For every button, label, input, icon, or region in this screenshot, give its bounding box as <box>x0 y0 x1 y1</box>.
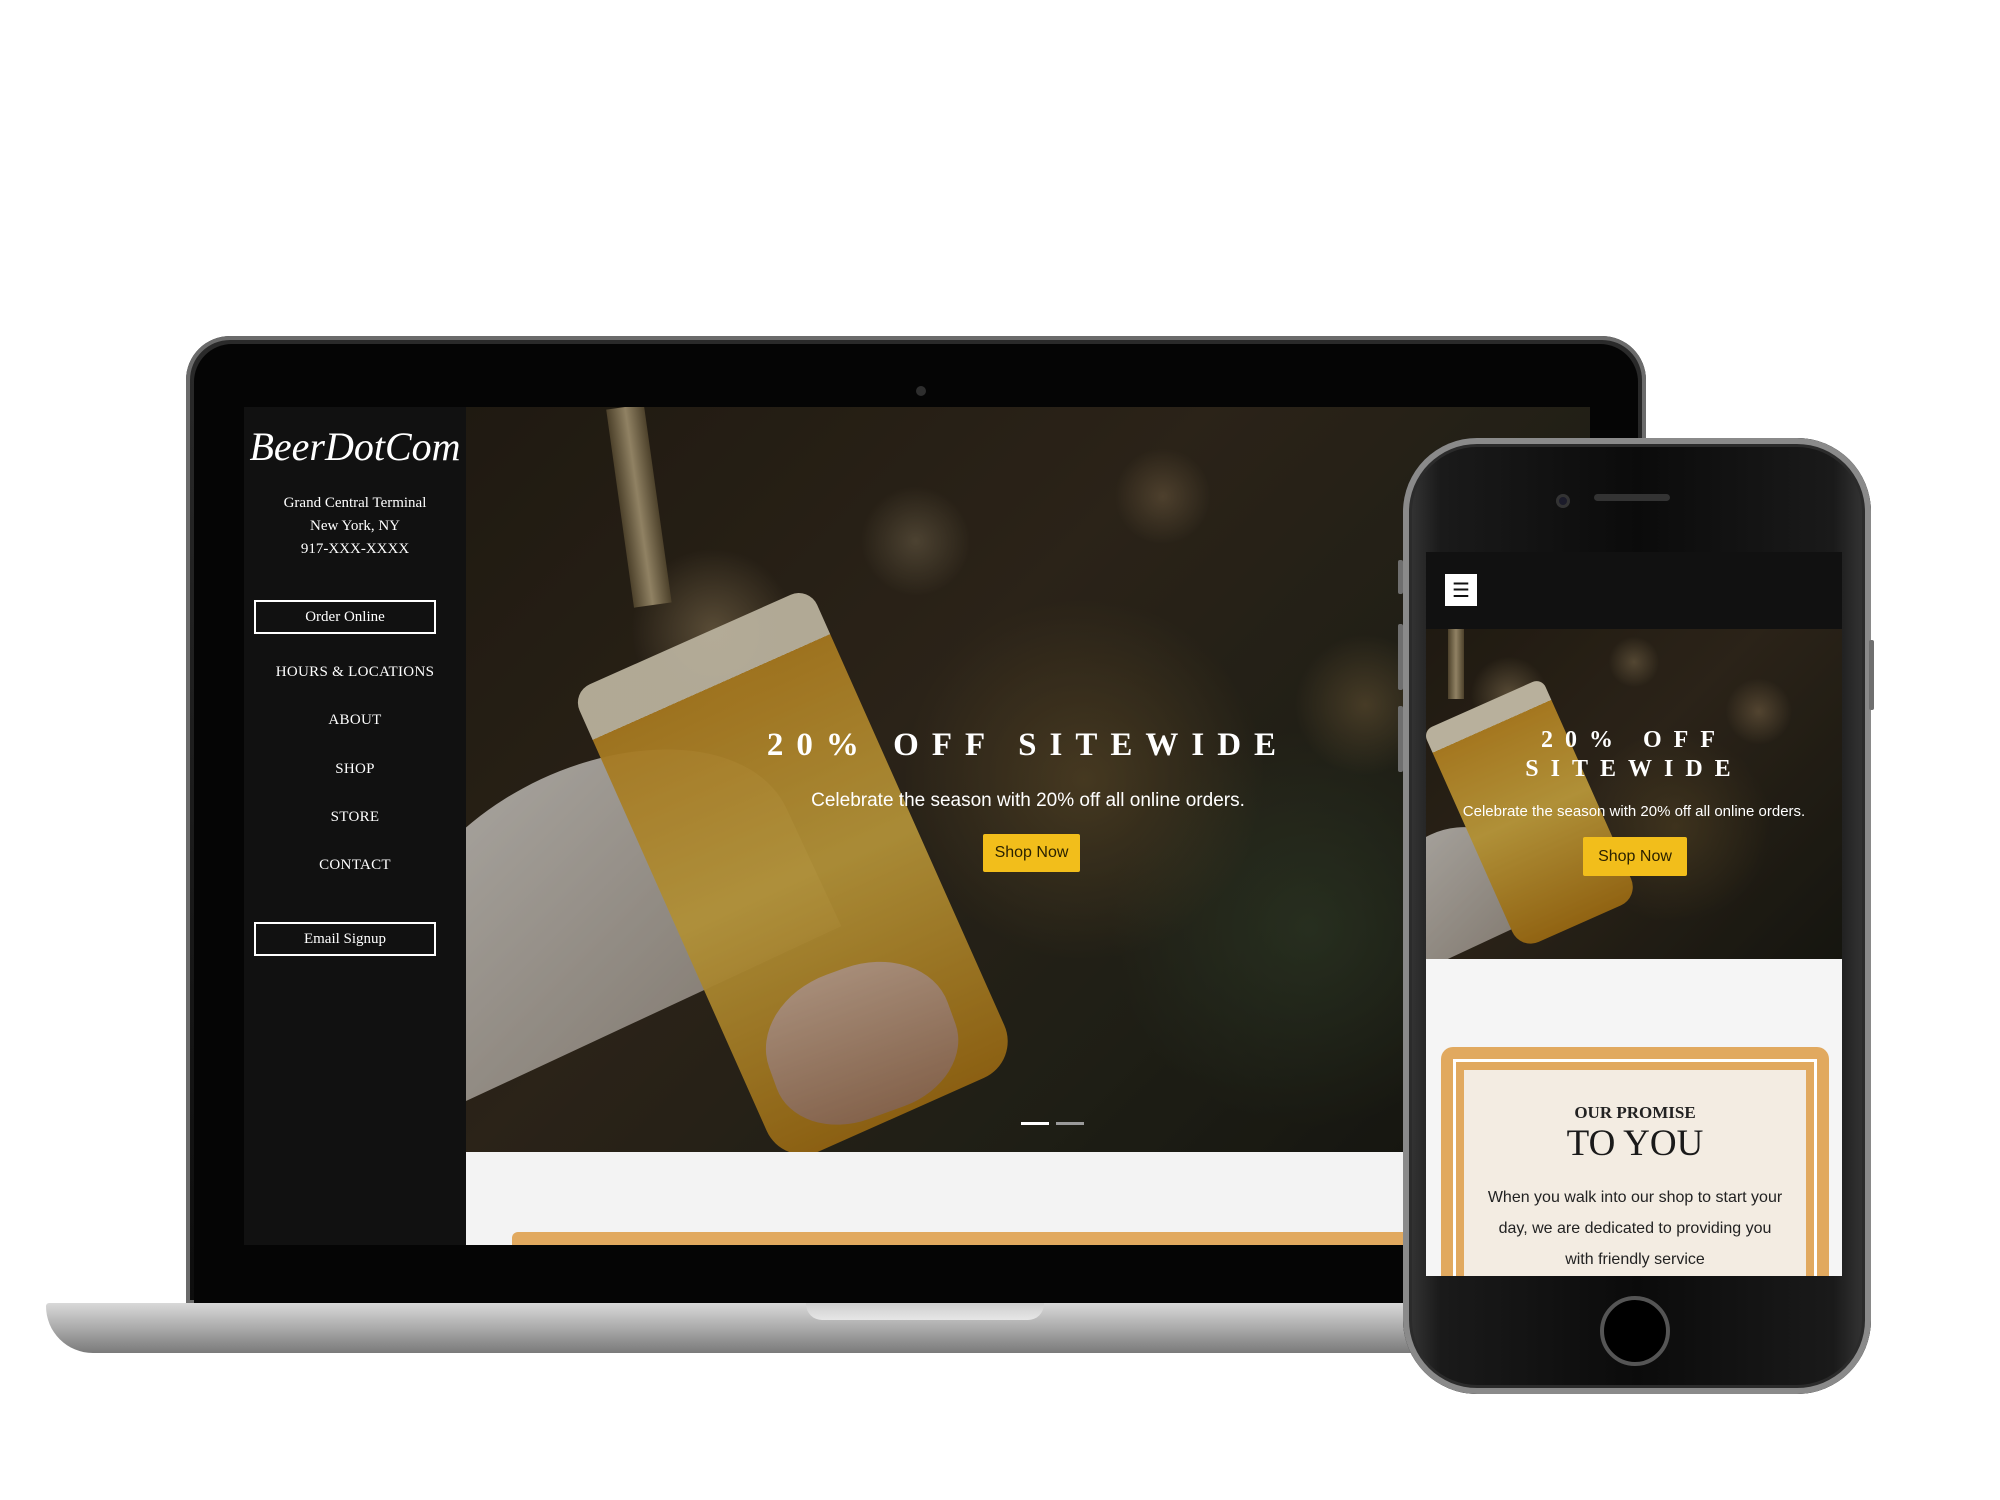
email-signup-button[interactable]: Email Signup <box>254 922 436 956</box>
phone-number[interactable]: 917-XXX-XXXX <box>244 538 466 561</box>
address-line: New York, NY <box>309 518 400 534</box>
hero-overlay <box>1426 629 1842 959</box>
nav-item-contact[interactable]: CONTACT <box>244 857 466 874</box>
phone-volume-down <box>1398 706 1403 772</box>
address-line: Grand Central Terminal <box>283 495 427 511</box>
site-logo[interactable]: BeerDotCom <box>244 423 466 470</box>
mobile-shop-now-button[interactable]: Shop Now <box>1583 837 1687 876</box>
nav-item-hours-locations[interactable]: HOURS & LOCATIONS <box>244 664 466 681</box>
mobile-hero-banner: 20% OFF SITEWIDE Celebrate the season wi… <box>1426 629 1842 959</box>
nav-item-shop[interactable]: SHOP <box>244 761 466 778</box>
promise-title: TO YOU <box>1566 1123 1704 1164</box>
shop-now-button[interactable]: Shop Now <box>983 834 1080 872</box>
mobile-hero-subtext: Celebrate the season with 20% off all on… <box>1462 803 1806 820</box>
phone-speaker <box>1594 494 1670 501</box>
laptop-base <box>46 1303 1546 1353</box>
nav-item-store[interactable]: STORE <box>244 809 466 826</box>
mobile-site: ☰ 20% OFF SITEWIDE Celebrate the season … <box>1426 552 1842 1276</box>
order-online-button[interactable]: Order Online <box>254 600 436 634</box>
headline-line: 20% OFF <box>1541 727 1727 753</box>
mobile-header: ☰ <box>1426 552 1842 629</box>
mobile-hero-headline: 20% OFF SITEWIDE <box>1426 726 1842 784</box>
home-button[interactable] <box>1600 1296 1670 1366</box>
nav-item-about[interactable]: ABOUT <box>244 712 466 729</box>
front-camera-icon <box>1556 494 1570 508</box>
headline-line: SITEWIDE <box>1525 756 1743 782</box>
promise-card: OUR PROMISE TO YOU When you walk into ou… <box>1464 1070 1806 1276</box>
address-block: Grand Central Terminal New York, NY 917-… <box>244 492 466 561</box>
promise-card-border: OUR PROMISE TO YOU When you walk into ou… <box>1453 1059 1817 1276</box>
phone-mute-switch <box>1398 560 1403 594</box>
promise-kicker: OUR PROMISE <box>1574 1103 1696 1122</box>
slide-indicator[interactable] <box>1056 1122 1084 1125</box>
phone-volume-up <box>1398 624 1403 690</box>
laptop-notch <box>806 1303 1044 1320</box>
sidebar: BeerDotCom Grand Central Terminal New Yo… <box>244 407 466 1245</box>
promise-body: When you walk into our shop to start you… <box>1487 1189 1783 1268</box>
desktop-site: BeerDotCom Grand Central Terminal New Yo… <box>244 407 1590 1245</box>
promise-card-frame: OUR PROMISE TO YOU When you walk into ou… <box>1441 1047 1829 1276</box>
slide-indicator-active[interactable] <box>1021 1122 1049 1125</box>
camera-icon <box>916 386 926 396</box>
phone-power-button <box>1869 640 1874 710</box>
hamburger-menu-icon[interactable]: ☰ <box>1445 574 1477 606</box>
